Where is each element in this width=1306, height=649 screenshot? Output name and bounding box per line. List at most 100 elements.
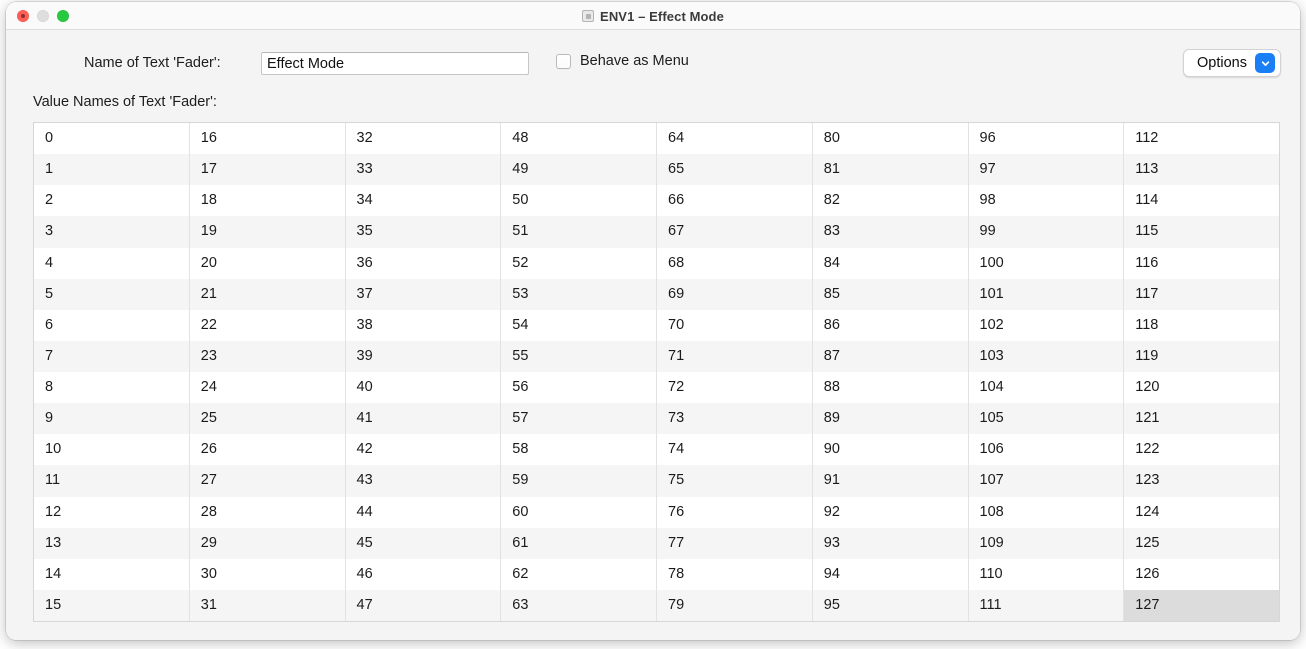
table-cell[interactable]: 43 <box>345 465 501 497</box>
table-cell[interactable]: 123 <box>1124 465 1279 497</box>
table-cell[interactable]: 74 <box>657 434 812 466</box>
table-cell[interactable]: 100 <box>968 247 1124 279</box>
table-cell[interactable]: 118 <box>1124 309 1279 341</box>
table-cell[interactable]: 69 <box>657 278 812 310</box>
table-cell[interactable]: 71 <box>657 340 812 372</box>
table-cell[interactable]: 103 <box>968 340 1124 372</box>
table-cell[interactable]: 67 <box>657 216 812 248</box>
table-cell[interactable]: 127 <box>1124 589 1279 621</box>
table-cell[interactable]: 97 <box>968 154 1124 186</box>
table-cell[interactable]: 32 <box>345 123 501 155</box>
table-cell[interactable]: 9 <box>34 403 189 435</box>
table-cell[interactable]: 110 <box>968 558 1124 590</box>
table-cell[interactable]: 94 <box>812 558 968 590</box>
behave-as-menu-row[interactable]: Behave as Menu <box>556 53 689 69</box>
table-cell[interactable]: 96 <box>968 123 1124 155</box>
table-cell[interactable]: 102 <box>968 309 1124 341</box>
table-cell[interactable]: 83 <box>812 216 968 248</box>
table-cell[interactable]: 46 <box>345 558 501 590</box>
table-cell[interactable]: 122 <box>1124 434 1279 466</box>
table-cell[interactable]: 108 <box>968 496 1124 528</box>
table-cell[interactable]: 39 <box>345 340 501 372</box>
table-cell[interactable]: 68 <box>657 247 812 279</box>
table-cell[interactable]: 64 <box>657 123 812 155</box>
table-cell[interactable]: 125 <box>1124 527 1279 559</box>
table-cell[interactable]: 21 <box>189 278 345 310</box>
table-cell[interactable]: 82 <box>812 185 968 217</box>
table-cell[interactable]: 10 <box>34 434 189 466</box>
table-cell[interactable]: 28 <box>189 496 345 528</box>
table-cell[interactable]: 111 <box>968 589 1124 621</box>
table-cell[interactable]: 63 <box>501 589 656 621</box>
table-cell[interactable]: 23 <box>189 340 345 372</box>
table-cell[interactable]: 90 <box>812 434 968 466</box>
table-cell[interactable]: 61 <box>501 527 656 559</box>
table-cell[interactable]: 15 <box>34 589 189 621</box>
table-cell[interactable]: 14 <box>34 558 189 590</box>
table-cell[interactable]: 87 <box>812 340 968 372</box>
table-cell[interactable]: 84 <box>812 247 968 279</box>
table-cell[interactable]: 36 <box>345 247 501 279</box>
table-cell[interactable]: 107 <box>968 465 1124 497</box>
table-cell[interactable]: 105 <box>968 403 1124 435</box>
close-button[interactable] <box>17 10 29 22</box>
minimize-button[interactable] <box>37 10 49 22</box>
value-names-table[interactable]: 0 1 2 3 4 5 6 7 8 9 10 11 12 13 14 15 16 17 18 19 20 21 22 23 24… <box>33 122 1280 622</box>
table-cell[interactable]: 116 <box>1124 247 1279 279</box>
table-cell[interactable]: 42 <box>345 434 501 466</box>
table-cell[interactable]: 104 <box>968 372 1124 404</box>
table-cell[interactable]: 114 <box>1124 185 1279 217</box>
table-cell[interactable]: 1 <box>34 154 189 186</box>
maximize-button[interactable] <box>57 10 69 22</box>
table-cell[interactable]: 25 <box>189 403 345 435</box>
options-button[interactable]: Options <box>1183 49 1281 77</box>
table-cell[interactable]: 92 <box>812 496 968 528</box>
table-cell[interactable]: 101 <box>968 278 1124 310</box>
table-cell[interactable]: 7 <box>34 340 189 372</box>
table-cell[interactable]: 51 <box>501 216 656 248</box>
table-cell[interactable]: 54 <box>501 309 656 341</box>
table-cell[interactable]: 44 <box>345 496 501 528</box>
table-cell[interactable]: 18 <box>189 185 345 217</box>
table-cell[interactable]: 58 <box>501 434 656 466</box>
table-cell[interactable]: 124 <box>1124 496 1279 528</box>
table-cell[interactable]: 24 <box>189 372 345 404</box>
table-cell[interactable]: 11 <box>34 465 189 497</box>
table-cell[interactable]: 91 <box>812 465 968 497</box>
table-cell[interactable]: 113 <box>1124 154 1279 186</box>
table-cell[interactable]: 33 <box>345 154 501 186</box>
table-cell[interactable]: 30 <box>189 558 345 590</box>
table-cell[interactable]: 26 <box>189 434 345 466</box>
table-cell[interactable]: 22 <box>189 309 345 341</box>
table-cell[interactable]: 5 <box>34 278 189 310</box>
chevron-down-icon[interactable] <box>1255 53 1275 73</box>
table-cell[interactable]: 98 <box>968 185 1124 217</box>
table-cell[interactable]: 88 <box>812 372 968 404</box>
table-cell[interactable]: 45 <box>345 527 501 559</box>
table-cell[interactable]: 126 <box>1124 558 1279 590</box>
table-cell[interactable]: 95 <box>812 589 968 621</box>
table-cell[interactable]: 34 <box>345 185 501 217</box>
table-cell[interactable]: 12 <box>34 496 189 528</box>
table-cell[interactable]: 119 <box>1124 340 1279 372</box>
table-cell[interactable]: 31 <box>189 589 345 621</box>
table-cell[interactable]: 55 <box>501 340 656 372</box>
table-cell[interactable]: 6 <box>34 309 189 341</box>
table-cell[interactable]: 41 <box>345 403 501 435</box>
table-cell[interactable]: 77 <box>657 527 812 559</box>
table-cell[interactable]: 35 <box>345 216 501 248</box>
table-cell[interactable]: 47 <box>345 589 501 621</box>
table-cell[interactable]: 2 <box>34 185 189 217</box>
table-cell[interactable]: 73 <box>657 403 812 435</box>
table-cell[interactable]: 53 <box>501 278 656 310</box>
fader-name-input[interactable] <box>261 52 529 75</box>
table-cell[interactable]: 3 <box>34 216 189 248</box>
table-cell[interactable]: 56 <box>501 372 656 404</box>
table-cell[interactable]: 40 <box>345 372 501 404</box>
table-cell[interactable]: 57 <box>501 403 656 435</box>
table-cell[interactable]: 62 <box>501 558 656 590</box>
table-cell[interactable]: 121 <box>1124 403 1279 435</box>
table-cell[interactable]: 115 <box>1124 216 1279 248</box>
table-cell[interactable]: 38 <box>345 309 501 341</box>
table-cell[interactable]: 72 <box>657 372 812 404</box>
